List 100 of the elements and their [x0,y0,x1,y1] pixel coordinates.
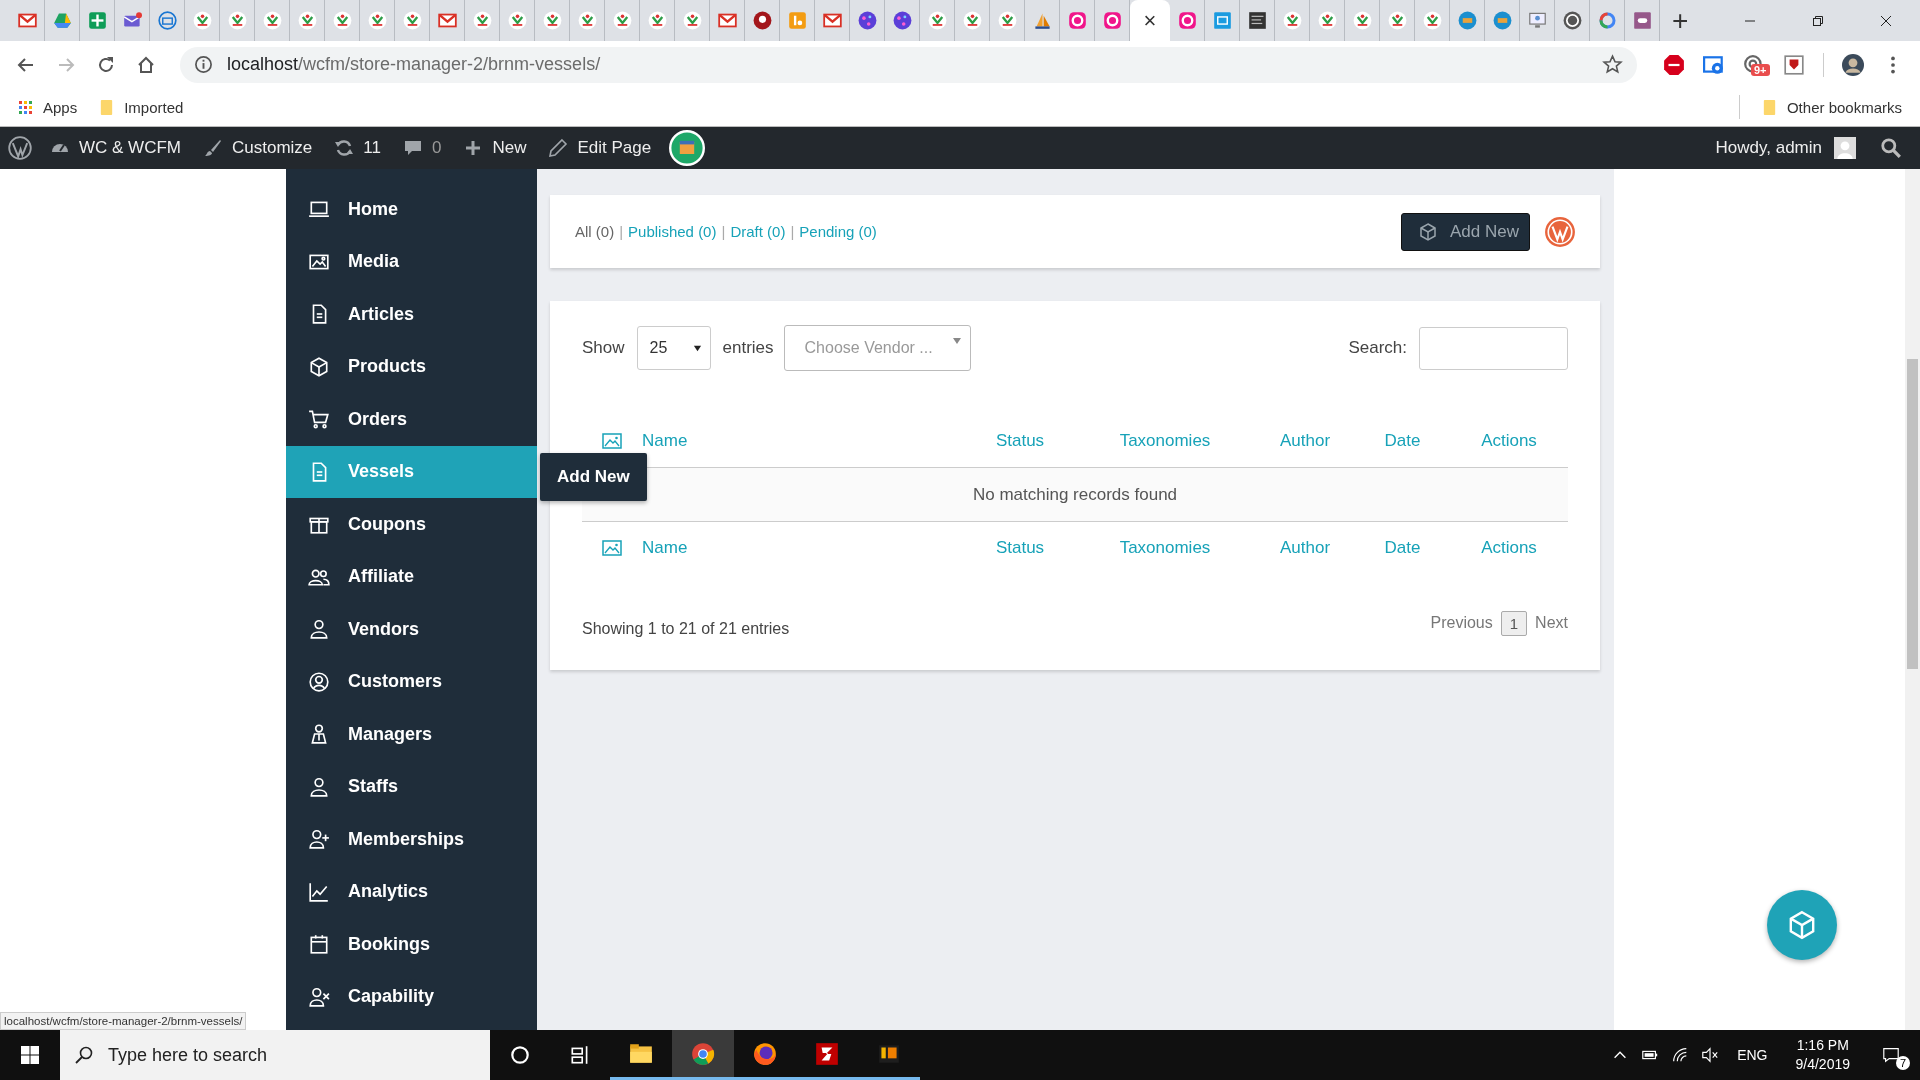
stop-sign-icon[interactable] [1663,53,1685,76]
new-tab-button[interactable]: + [1672,6,1689,35]
emblem-icon [647,11,667,30]
admin-bar-item[interactable]: Edit Page [548,138,652,158]
ring-icon [1597,11,1617,30]
empty-message: No matching records found [972,484,1178,505]
mute-icon[interactable] [1701,1046,1720,1064]
home-icon[interactable] [136,54,156,75]
envelope-icon [17,11,37,30]
dropdown-arrow-icon [951,336,962,346]
sidebar-item[interactable]: Staffs [286,760,537,813]
cube-icon [308,355,330,378]
wordpress-logo-icon[interactable] [1544,215,1576,248]
sidebar-item[interactable]: Bookings [286,918,537,971]
user-icon [308,618,330,641]
admin-bar-item[interactable]: 0 [402,138,442,158]
apps-grid-icon [18,98,33,116]
square-icon [787,11,807,30]
emblem-icon [332,11,352,30]
square-icon [1632,11,1652,30]
sidebar-item[interactable]: Home [286,183,537,236]
profile-avatar[interactable] [1842,53,1864,76]
notification-count: 7 [1896,1056,1910,1070]
camera-icon[interactable] [1703,53,1725,76]
circle-icon [857,11,877,30]
brush-icon [203,138,223,158]
taskbar-search-field[interactable]: Type here to search [60,1030,490,1080]
bookmark-item[interactable]: Apps [18,98,78,116]
store-avatar[interactable] [669,130,706,166]
notification-badge: 9+ [1751,63,1770,76]
emblem-icon [227,11,247,30]
sidebar-item[interactable]: Memberships [286,813,537,866]
spreadsheet-icon [87,11,107,30]
cube-icon [1418,221,1438,242]
notification-icon[interactable] [1882,1046,1900,1064]
tooltip: Add New [540,453,647,501]
clock[interactable]: 1:16 PM 9/4/2019 [1795,1036,1850,1074]
address-bar[interactable]: localhost/wcfm/store-manager-2/brnm-vessels/ [180,46,1637,83]
emblem-icon [1282,11,1302,30]
bookmark-item[interactable]: Other bookmarks [1761,98,1902,116]
taskbar-app-button[interactable] [672,1030,734,1080]
sidebar-item[interactable]: Coupons [286,498,537,551]
emblem-icon [997,11,1017,30]
sidebar-item[interactable]: Managers [286,708,537,761]
reload-icon[interactable] [96,54,116,75]
show-label: Show [582,338,625,358]
sidebar-item[interactable]: Affiliate [286,550,537,603]
emblem-icon [927,11,947,30]
wordpress-logo-icon[interactable] [8,136,32,160]
chart-icon [308,880,330,903]
language-indicator[interactable]: ENG [1737,1047,1768,1063]
pencil-icon [548,138,569,158]
tab-close-button[interactable]: × [1143,9,1157,32]
sidebar-item[interactable]: Vendors [286,603,537,656]
entries-label: entries [722,338,774,358]
sidebar-item[interactable]: Orders [286,393,537,446]
sidebar-item[interactable]: Capability [286,970,537,1023]
emblem-icon [472,11,492,30]
info-icon[interactable] [194,55,213,74]
globe-icon [1457,11,1477,30]
shield-icon[interactable] [1783,53,1805,76]
circle-icon [1562,11,1582,30]
envelope-icon [822,11,842,30]
browser-icon [690,1040,716,1067]
globe-icon [752,1040,778,1067]
admin-bar-item[interactable]: WC & WCFM [50,138,181,158]
square-icon [814,1040,840,1067]
user-plus-icon [308,828,330,851]
calendar-icon [308,933,330,956]
emblem-icon [507,11,527,30]
emblem-icon [367,11,387,30]
browser-tab[interactable]: × [1130,0,1170,41]
add-new-button[interactable]: Add New [1401,212,1530,251]
sidebar-item[interactable]: Analytics [286,865,537,918]
search-field[interactable] [1419,326,1568,370]
previous-link[interactable]: Previous [1430,614,1493,632]
emblem-icon [962,11,982,30]
sidebar-item[interactable]: Customers [286,655,537,708]
sidebar-item[interactable]: Articles [286,288,537,341]
envelope-icon [717,11,737,30]
search-icon[interactable] [1880,137,1902,159]
sidebar-item[interactable]: Products [286,340,537,393]
admin-bar-item[interactable]: New [463,138,527,158]
sidebar-item[interactable]: Media [286,235,537,288]
globe-icon [1492,11,1512,30]
dropdown-arrow-icon [692,343,702,353]
greeting-text[interactable]: Howdy, admin [1715,138,1822,158]
emblem-icon [612,11,632,30]
folder-icon [1761,98,1777,116]
user-icon [308,775,330,798]
bookmark-star-icon[interactable] [1602,54,1623,75]
bookmark-item[interactable]: Imported [99,98,184,116]
next-link[interactable]: Next [1535,614,1568,632]
admin-bar-item[interactable]: Customize [203,138,313,158]
page-size-select[interactable]: 25 [636,326,711,370]
emblem-icon [1317,11,1337,30]
status-filter-link[interactable]: All (0) [575,223,615,240]
admin-bar-item[interactable]: 11 [334,138,381,158]
page-number-button[interactable]: 1 [1500,610,1528,636]
scrollbar[interactable] [1905,169,1920,1030]
